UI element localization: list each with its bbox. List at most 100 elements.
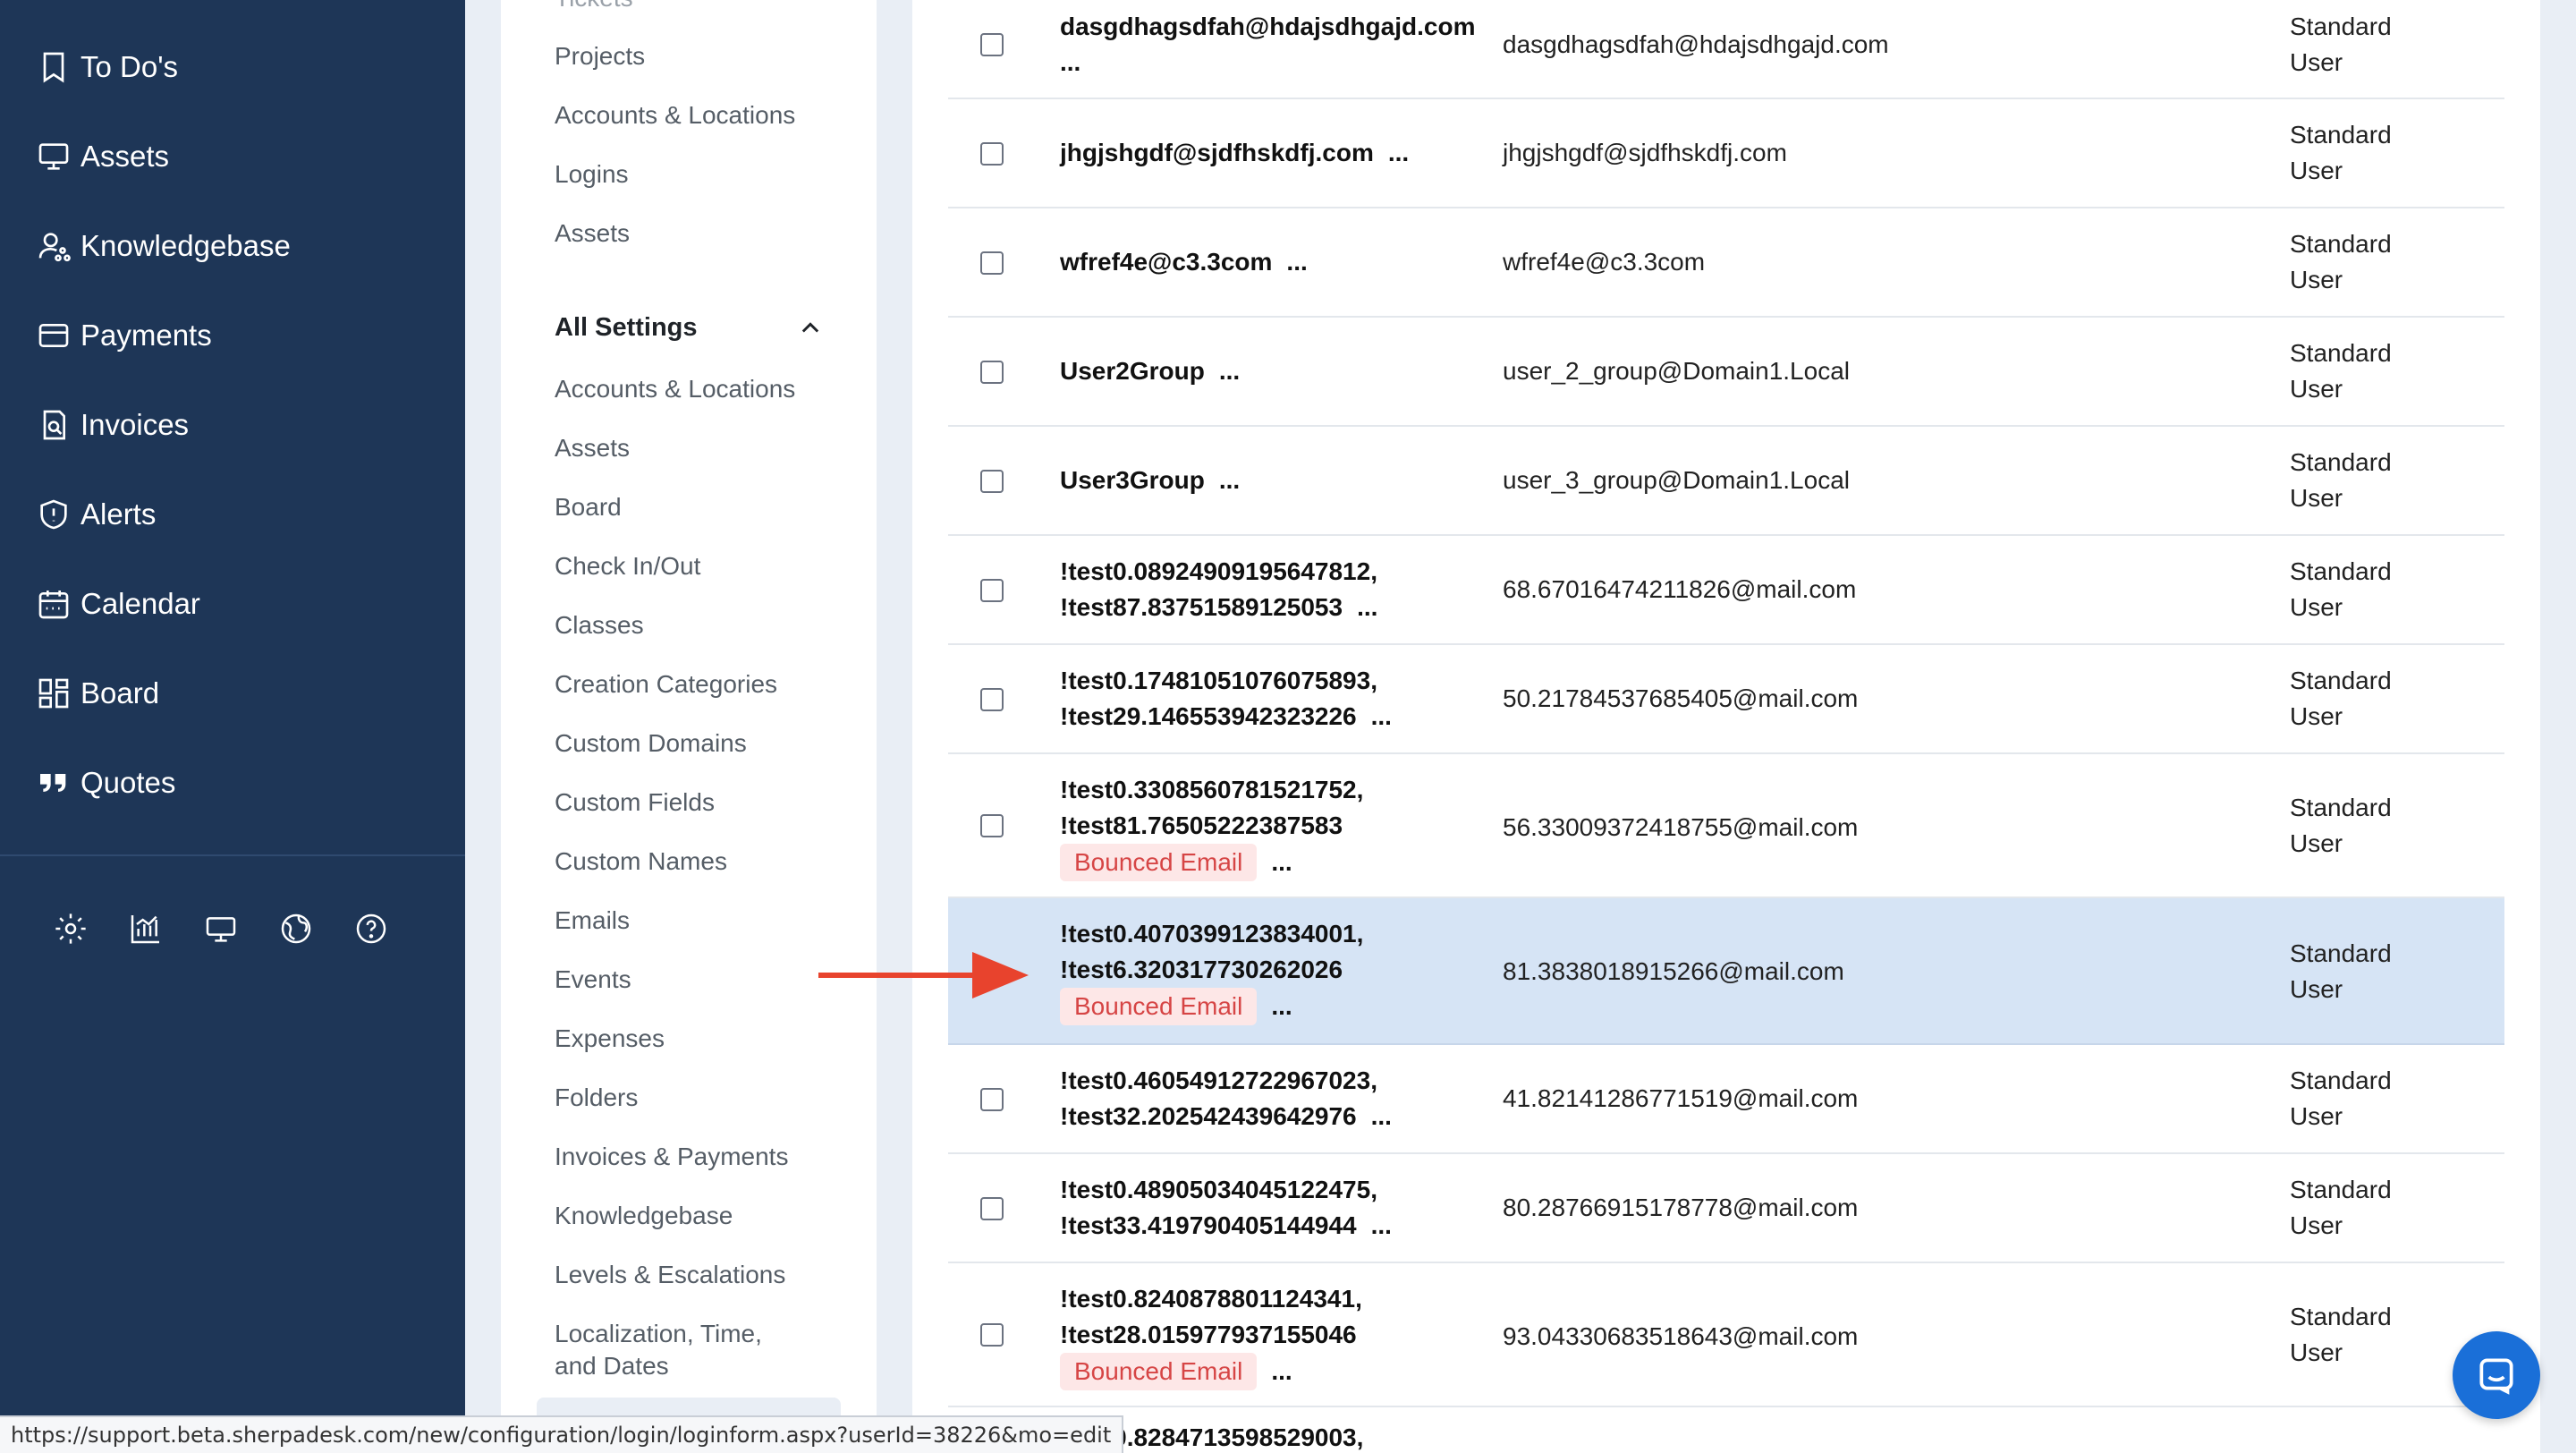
user-email: 68.67016474211826@mail.com	[1503, 575, 1857, 603]
menu-link-tickets[interactable]: Tickets	[555, 0, 633, 14]
user-name-link[interactable]: !test0.46054912722967023, !test32.2025424…	[1060, 1063, 1392, 1134]
row-checkbox[interactable]	[980, 33, 1004, 56]
menu-link-logins[interactable]: Logins	[555, 158, 629, 191]
menu-link-assets[interactable]: Assets	[555, 217, 630, 250]
more-options[interactable]: ...	[1371, 1102, 1392, 1130]
user-type: Standard User	[2290, 13, 2392, 76]
table-row[interactable]: wfref4e@c3.3com... wfref4e@c3.3com Stand…	[948, 208, 2504, 318]
globe-icon[interactable]	[275, 908, 317, 949]
settings-link-invoices-payments[interactable]: Invoices & Payments	[555, 1141, 788, 1173]
nav-item-alerts[interactable]: Alerts	[34, 488, 156, 541]
user-email: 50.21784537685405@mail.com	[1503, 684, 1859, 712]
row-checkbox[interactable]	[980, 470, 1004, 493]
nav-item-assets[interactable]: Assets	[34, 130, 169, 183]
more-options[interactable]: ...	[1388, 139, 1409, 166]
nav-item-quotes[interactable]: Quotes	[34, 756, 175, 810]
nav-item-invoices[interactable]: Invoices	[34, 398, 189, 452]
settings-link-custom-names[interactable]: Custom Names	[555, 845, 727, 878]
settings-link-custom-fields[interactable]: Custom Fields	[555, 786, 715, 819]
table-row[interactable]: !test0.17481051076075893, !test29.1465539…	[948, 645, 2504, 754]
more-options[interactable]: ...	[1286, 248, 1307, 276]
all-settings-header[interactable]: All Settings	[555, 313, 823, 343]
table-row[interactable]: User2Group... user_2_group@Domain1.Local…	[948, 318, 2504, 427]
nav-item-board[interactable]: Board	[34, 667, 159, 720]
menu-link-accounts-locations[interactable]: Accounts & Locations	[555, 99, 795, 132]
settings-link-expenses[interactable]: Expenses	[555, 1023, 665, 1055]
table-row[interactable]: !test0.8240878801124341, !test28.01597793…	[948, 1263, 2504, 1407]
settings-link-localization-line2[interactable]: and Dates	[555, 1350, 669, 1382]
user-name-link[interactable]: jhgjshgdf@sjdfhskdfj.com...	[1060, 135, 1409, 171]
table-row[interactable]: !test0.48905034045122475, !test33.4197904…	[948, 1154, 2504, 1263]
gear-icon[interactable]	[50, 908, 91, 949]
row-checkbox[interactable]	[980, 1197, 1004, 1220]
table-row[interactable]: User3Group... user_3_group@Domain1.Local…	[948, 427, 2504, 536]
nav-item-calendar[interactable]: Calendar	[34, 577, 200, 631]
row-checkbox[interactable]	[980, 1088, 1004, 1111]
user-name-link[interactable]: User3Group...	[1060, 463, 1240, 498]
more-options[interactable]: ...	[1357, 593, 1377, 621]
more-options[interactable]: ...	[1371, 1211, 1392, 1239]
settings-link-accounts-locations[interactable]: Accounts & Locations	[555, 373, 795, 405]
bounced-email-badge[interactable]: Bounced Email	[1060, 988, 1258, 1025]
user-name-link[interactable]: User2Group...	[1060, 353, 1240, 389]
settings-link-emails[interactable]: Emails	[555, 905, 630, 937]
user-name-link[interactable]: !test0.3308560781521752, !test81.76505222…	[1060, 772, 1363, 881]
nav-item-todos[interactable]: To Do's	[34, 40, 178, 94]
user-name-link[interactable]: !test0.8240878801124341, !test28.01597793…	[1060, 1281, 1362, 1390]
row-checkbox[interactable]	[980, 814, 1004, 837]
table-row[interactable]: !test0.3308560781521752, !test81.76505222…	[948, 754, 2504, 898]
settings-link-board[interactable]: Board	[555, 491, 622, 523]
help-circle-icon[interactable]	[351, 908, 392, 949]
user-name-link[interactable]: !test0.4070399123834001, !test6.320317730…	[1060, 916, 1363, 1025]
more-options[interactable]: ...	[1271, 1357, 1292, 1385]
bounced-email-badge[interactable]: Bounced Email	[1060, 1353, 1258, 1390]
more-options[interactable]: ...	[1271, 848, 1292, 876]
table-row[interactable]: !test0.08924909195647812, !test87.8375158…	[948, 536, 2504, 645]
settings-link-localization[interactable]: Localization, Time,	[555, 1318, 762, 1350]
more-options[interactable]: ...	[1219, 466, 1240, 494]
menu-link-projects[interactable]: Projects	[555, 40, 645, 72]
settings-link-creation-categories[interactable]: Creation Categories	[555, 668, 777, 701]
user-type: Standard User	[2290, 1303, 2392, 1366]
more-options[interactable]: ...	[1060, 48, 1080, 76]
user-name-link[interactable]: !test0.08924909195647812, !test87.8375158…	[1060, 554, 1377, 625]
bounced-email-badge[interactable]: Bounced Email	[1060, 844, 1258, 881]
table-row[interactable]: dasgdhagsdfah@hdajsdhgajd.com ... dasgdh…	[948, 0, 2504, 99]
row-checkbox[interactable]	[980, 142, 1004, 166]
user-name-link[interactable]: !test0.48905034045122475, !test33.4197904…	[1060, 1172, 1392, 1244]
user-name-link[interactable]: wfref4e@c3.3com...	[1060, 244, 1308, 280]
shield-alert-icon	[34, 495, 73, 534]
row-checkbox[interactable]	[980, 1323, 1004, 1347]
user-type: Standard User	[2290, 339, 2392, 403]
user-name-link[interactable]: !test0.17481051076075893, !test29.1465539…	[1060, 663, 1392, 735]
more-options[interactable]: ...	[1219, 357, 1240, 385]
settings-link-assets[interactable]: Assets	[555, 432, 630, 464]
settings-link-classes[interactable]: Classes	[555, 609, 644, 642]
quote-marks-icon	[34, 763, 73, 803]
settings-link-folders[interactable]: Folders	[555, 1082, 638, 1114]
settings-link-levels-escalations[interactable]: Levels & Escalations	[555, 1259, 785, 1291]
table-row[interactable]: !test0.8284713598529003,	[948, 1407, 2504, 1453]
table-row[interactable]: !test0.46054912722967023, !test32.2025424…	[948, 1045, 2504, 1154]
nav-item-knowledgebase[interactable]: Knowledgebase	[34, 219, 291, 273]
nav-item-payments[interactable]: Payments	[34, 309, 212, 362]
row-checkbox[interactable]	[980, 251, 1004, 275]
browser-status-bar: https://support.beta.sherpadesk.com/new/…	[0, 1415, 1124, 1453]
monitor-icon[interactable]	[200, 908, 242, 949]
table-row-selected[interactable]: !test0.4070399123834001, !test6.320317730…	[948, 898, 2504, 1045]
user-type: Standard User	[2290, 121, 2392, 184]
settings-link-events[interactable]: Events	[555, 964, 631, 996]
user-name-link[interactable]: dasgdhagsdfah@hdajsdhgajd.com	[1060, 9, 1475, 45]
settings-link-custom-domains[interactable]: Custom Domains	[555, 727, 747, 760]
more-options[interactable]: ...	[1371, 702, 1392, 730]
more-options[interactable]: ...	[1271, 992, 1292, 1020]
row-checkbox[interactable]	[980, 361, 1004, 384]
settings-link-knowledgebase[interactable]: Knowledgebase	[555, 1200, 733, 1232]
row-checkbox[interactable]	[980, 688, 1004, 711]
table-row[interactable]: jhgjshgdf@sjdfhskdfj.com... jhgjshgdf@sj…	[948, 99, 2504, 208]
bar-chart-icon[interactable]	[125, 908, 166, 949]
settings-link-check-in-out[interactable]: Check In/Out	[555, 550, 700, 582]
chat-launcher-button[interactable]	[2453, 1331, 2540, 1419]
row-checkbox[interactable]	[980, 579, 1004, 602]
nav-item-label: Calendar	[80, 587, 200, 620]
